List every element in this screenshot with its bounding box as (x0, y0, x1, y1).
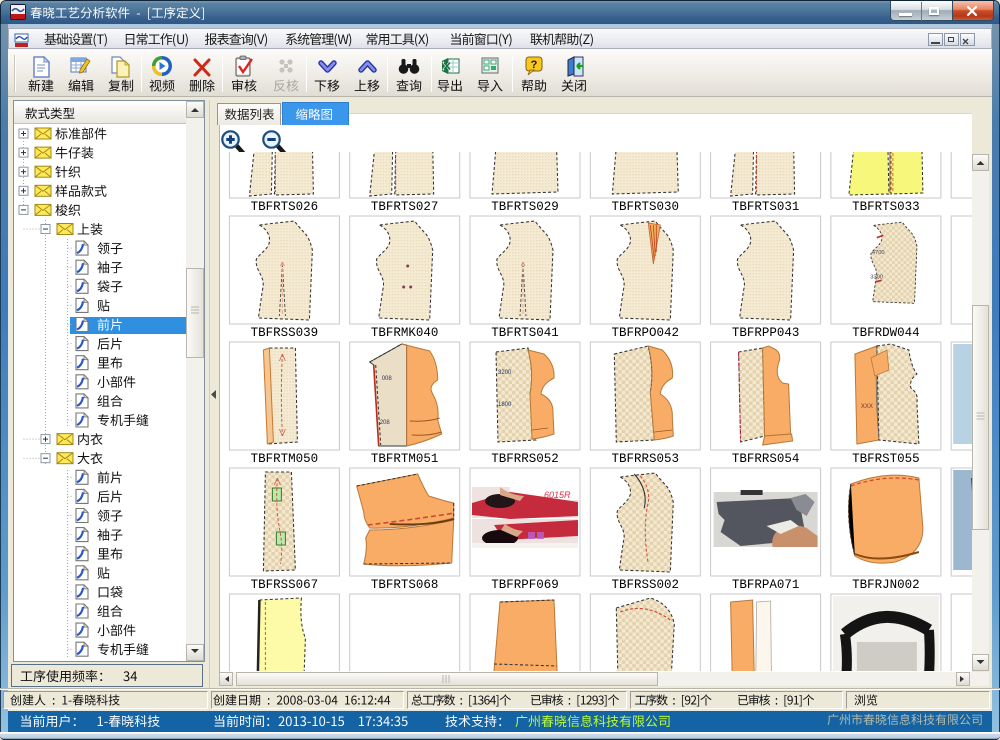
svg-text:3200: 3200 (498, 370, 512, 376)
svg-text:6015R: 6015R (544, 490, 571, 500)
svg-text:4700: 4700 (872, 250, 885, 256)
svg-text:008: 008 (382, 376, 393, 382)
svg-text:1800: 1800 (498, 402, 512, 408)
svg-text:?: ? (531, 59, 538, 71)
svg-text:XXX: XXX (861, 404, 873, 410)
svg-text:3300: 3300 (870, 275, 883, 281)
svg-text:208: 208 (380, 420, 391, 426)
